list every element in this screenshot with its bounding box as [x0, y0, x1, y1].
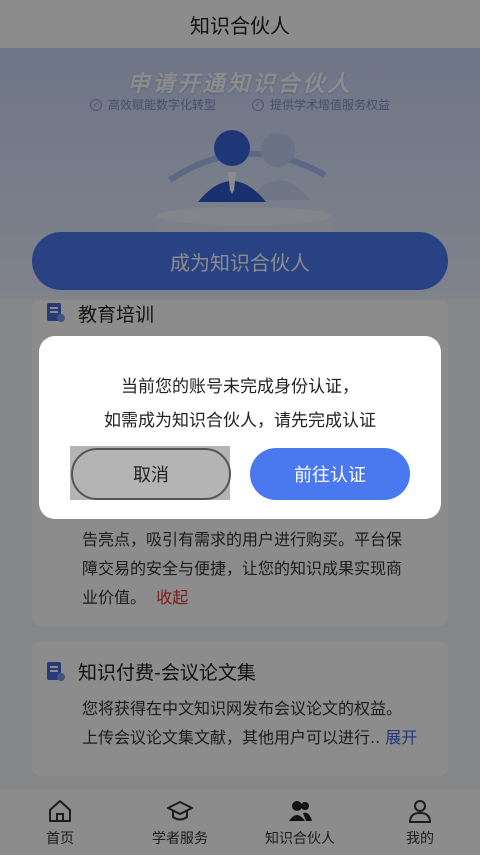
dialog-message-line: 当前您的账号未完成身份认证，: [121, 377, 359, 397]
verification-dialog: 当前您的账号未完成身份认证， 如需成为知识合伙人，请先完成认证 取消 前往认证: [39, 336, 441, 519]
cancel-button[interactable]: 取消: [71, 448, 231, 500]
dialog-message-line: 如需成为知识合伙人，请先完成认证: [104, 411, 376, 431]
go-verify-button[interactable]: 前往认证: [250, 448, 410, 500]
